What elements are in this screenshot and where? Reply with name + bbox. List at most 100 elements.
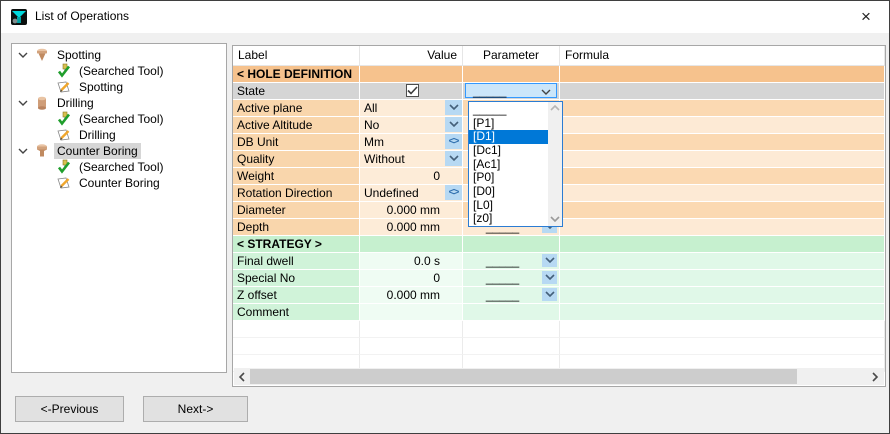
row-label: Special No xyxy=(233,270,360,287)
column-header-formula: Formula xyxy=(560,46,885,66)
tree-item-label[interactable]: (Searched Tool) xyxy=(76,159,167,175)
value-text: 0.0 s xyxy=(414,254,440,268)
close-button[interactable]: × xyxy=(849,3,883,31)
chevron-down-icon[interactable] xyxy=(18,50,30,60)
empty-row xyxy=(233,338,885,355)
state-checkbox[interactable] xyxy=(406,84,419,97)
scroll-down-icon[interactable] xyxy=(550,216,560,223)
parameter-placeholder: _____ xyxy=(463,253,542,269)
table-row-special-no[interactable]: Special No 0 _____ xyxy=(233,270,885,287)
value-spinner-button[interactable]: <> xyxy=(445,134,462,149)
tree-item-label[interactable]: Drilling xyxy=(54,95,97,111)
parameter-combobox-open[interactable]: _____ xyxy=(465,83,557,98)
tree-item-searched-tool[interactable]: (Searched Tool) xyxy=(12,111,226,127)
row-label: Z offset xyxy=(233,287,360,304)
dialog-window: List of Operations × Spotting (Searched … xyxy=(0,0,890,434)
section-title: < STRATEGY > xyxy=(233,236,360,253)
dropdown-scrollbar[interactable] xyxy=(548,102,562,226)
dropdown-item[interactable]: _____ xyxy=(469,103,548,117)
previous-button[interactable]: <-Previous xyxy=(15,396,124,422)
tree-item-counter-boring[interactable]: Counter Boring xyxy=(12,143,226,159)
value-dropdown-button[interactable] xyxy=(445,151,462,166)
tree-item-drilling-edit[interactable]: Drilling xyxy=(12,127,226,143)
section-row-hole-definition: < HOLE DEFINITION > xyxy=(233,66,885,83)
value-text: 0 xyxy=(433,169,440,183)
tree-item-searched-tool[interactable]: (Searched Tool) xyxy=(12,63,226,79)
parameter-dropdown-button[interactable] xyxy=(542,254,557,267)
next-button[interactable]: Next-> xyxy=(143,396,248,422)
tree-item-label[interactable]: Drilling xyxy=(76,127,119,143)
value-spinner-button[interactable]: <> xyxy=(445,185,462,200)
chevron-down-icon[interactable] xyxy=(18,146,30,156)
value-text: Mm xyxy=(364,135,384,149)
chevron-down-icon xyxy=(541,89,551,96)
drilling-tool-icon xyxy=(34,95,50,111)
spotting-tool-icon xyxy=(34,47,50,63)
dropdown-item[interactable]: [L0] xyxy=(469,199,548,213)
tree-item-label[interactable]: (Searched Tool) xyxy=(76,63,167,79)
section-row-strategy: < STRATEGY > xyxy=(233,236,885,253)
tree-item-spotting-edit[interactable]: Spotting xyxy=(12,79,226,95)
searched-tool-icon xyxy=(56,63,72,79)
dropdown-item-selected[interactable]: [D1] xyxy=(469,130,548,144)
dropdown-item[interactable]: [P1] xyxy=(469,117,548,131)
table-header-row: Label Value Parameter Formula xyxy=(233,46,885,66)
parameter-dropdown-button[interactable] xyxy=(542,271,557,284)
tree-item-label[interactable]: Spotting xyxy=(76,79,126,95)
operations-tree: Spotting (Searched Tool) Spotting xyxy=(11,43,227,373)
dropdown-item[interactable]: [z0] xyxy=(469,212,548,226)
table-row-state[interactable]: State _____ xyxy=(233,83,885,100)
table-row-comment[interactable]: Comment xyxy=(233,304,885,321)
row-label: Rotation Direction xyxy=(233,185,360,202)
chevron-down-icon xyxy=(545,257,555,264)
tree-item-drilling[interactable]: Drilling xyxy=(12,95,226,111)
row-label: DB Unit xyxy=(233,134,360,151)
value-text: No xyxy=(364,118,379,132)
tree-item-label[interactable]: (Searched Tool) xyxy=(76,111,167,127)
dropdown-item[interactable]: [P0] xyxy=(469,171,548,185)
parameter-placeholder: _____ xyxy=(463,287,542,303)
row-label: Comment xyxy=(233,304,360,321)
row-label: Active Altitude xyxy=(233,117,360,134)
dropdown-item[interactable]: [D0] xyxy=(469,185,548,199)
value-text: 0.000 mm xyxy=(387,220,440,234)
table-row-final-dwell[interactable]: Final dwell 0.0 s _____ xyxy=(233,253,885,270)
parameter-placeholder: _____ xyxy=(463,270,542,286)
scroll-up-icon[interactable] xyxy=(550,105,560,112)
scroll-left-icon[interactable] xyxy=(234,368,251,385)
checkmark-icon xyxy=(407,86,418,95)
parameter-dropdown-list: _____ [P1] [D1] [Dc1] [Ac1] [P0] [D0] [L… xyxy=(468,101,563,227)
tree-item-counter-boring-edit[interactable]: Counter Boring xyxy=(12,175,226,191)
scrollbar-thumb[interactable] xyxy=(250,369,797,384)
section-title: < HOLE DEFINITION > xyxy=(233,66,360,83)
horizontal-scrollbar[interactable] xyxy=(234,368,884,385)
tree-item-spotting[interactable]: Spotting xyxy=(12,47,226,63)
searched-tool-icon xyxy=(56,111,72,127)
table-row-z-offset[interactable]: Z offset 0.000 mm _____ xyxy=(233,287,885,304)
title-bar: List of Operations × xyxy=(1,1,889,33)
dropdown-item[interactable]: [Dc1] xyxy=(469,144,548,158)
chevron-down-icon[interactable] xyxy=(18,98,30,108)
tree-item-label[interactable]: Counter Boring xyxy=(76,175,163,191)
edit-icon xyxy=(56,175,72,191)
parameters-table: Label Value Parameter Formula < HOLE DEF… xyxy=(232,45,886,387)
tree-item-label[interactable]: Counter Boring xyxy=(54,143,141,159)
app-icon xyxy=(10,8,28,26)
value-text: Undefined xyxy=(364,186,419,200)
value-dropdown-button[interactable] xyxy=(445,100,462,115)
scroll-right-icon[interactable] xyxy=(867,368,884,385)
value-dropdown-button[interactable] xyxy=(445,117,462,132)
value-text: 0.000 mm xyxy=(387,203,440,217)
searched-tool-icon xyxy=(56,159,72,175)
tree-item-label[interactable]: Spotting xyxy=(54,47,104,63)
row-label: State xyxy=(233,83,360,100)
chevron-down-icon xyxy=(545,274,555,281)
tree-item-searched-tool[interactable]: (Searched Tool) xyxy=(12,159,226,175)
dropdown-item[interactable]: [Ac1] xyxy=(469,158,548,172)
chevron-down-icon xyxy=(545,291,555,298)
row-label: Diameter xyxy=(233,202,360,219)
parameter-dropdown-button[interactable] xyxy=(542,288,557,301)
column-header-value: Value xyxy=(360,46,463,66)
counterboring-tool-icon xyxy=(34,143,50,159)
empty-row xyxy=(233,321,885,338)
